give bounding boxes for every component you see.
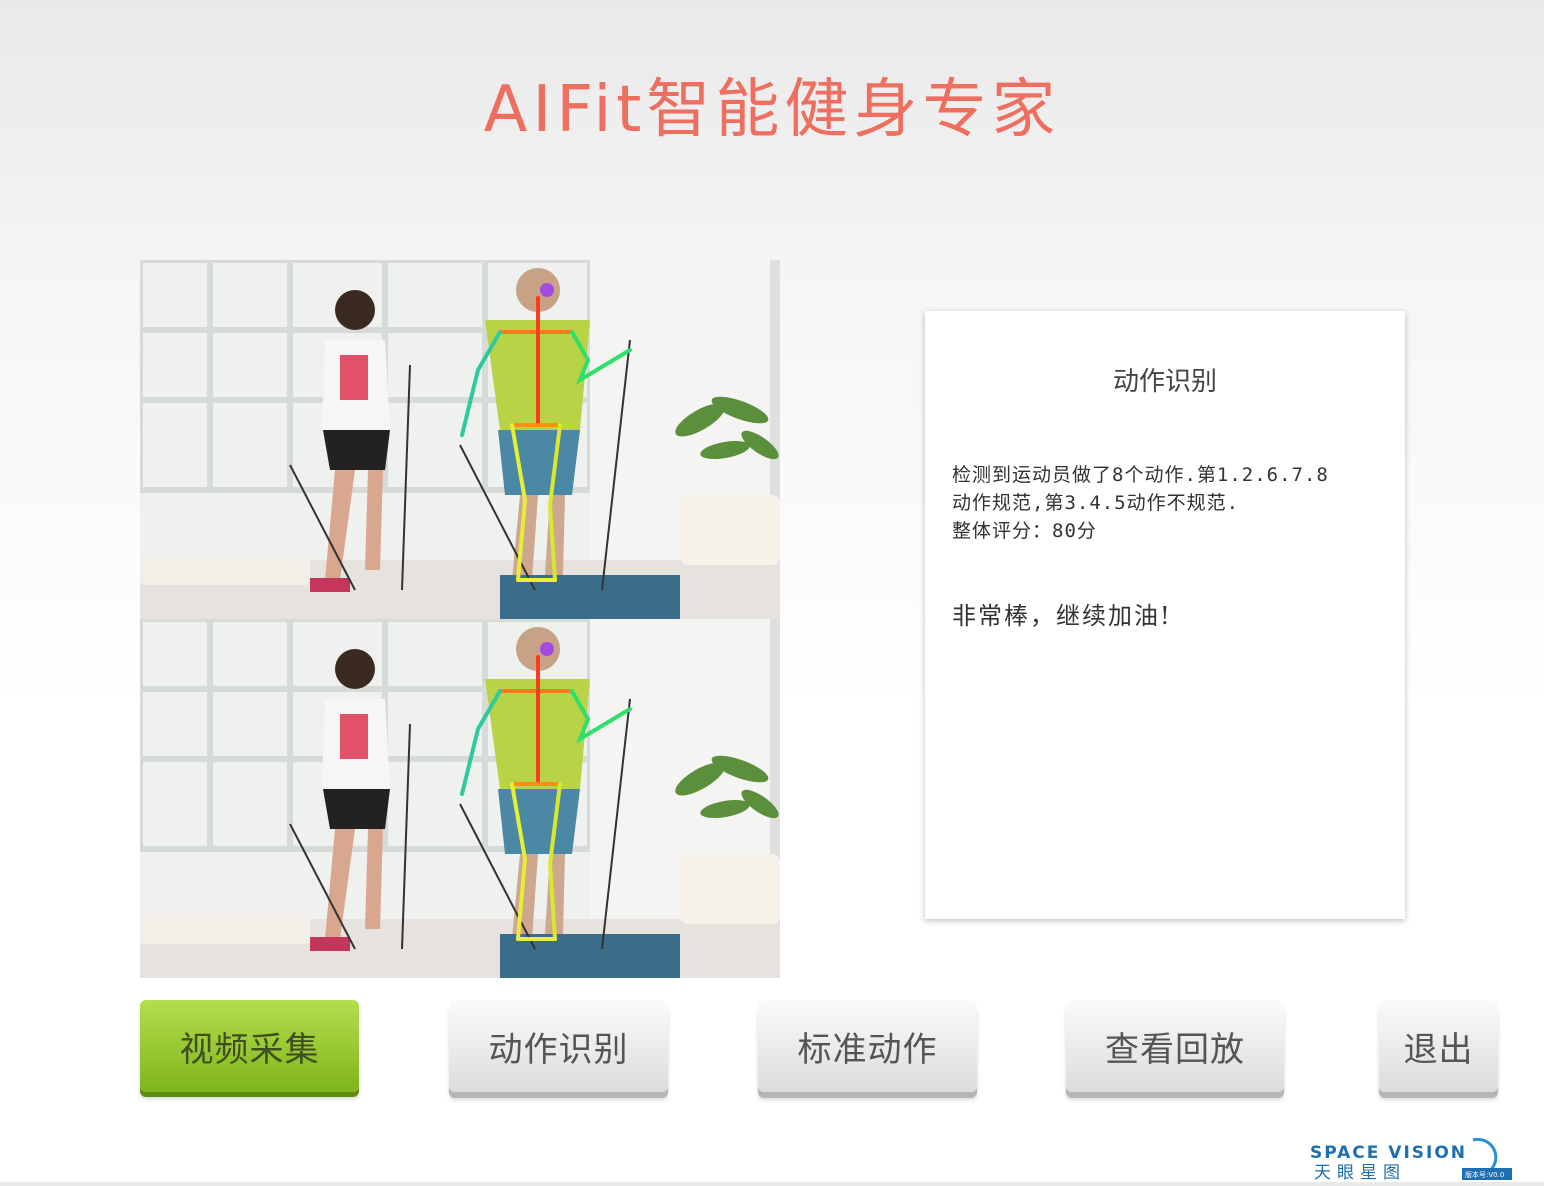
score-line: 整体评分：80分 — [952, 520, 1097, 542]
playback-button[interactable]: 查看回放 — [1066, 1000, 1284, 1092]
result-text: 检测到运动员做了8个动作.第1.2.6.7.8 动作规范,第3.4.5动作不规范… — [952, 461, 1392, 545]
exit-button[interactable]: 退出 — [1379, 1000, 1498, 1092]
app-title: AIFit智能健身专家 — [483, 73, 1061, 147]
pose-detection-image — [140, 619, 780, 978]
logo-text-en: SPACE VISION — [1310, 1143, 1467, 1163]
space-vision-logo: SPACE VISION 天眼星图 版本号:V0.0 — [1310, 1120, 1515, 1183]
result-panel: 动作识别 检测到运动员做了8个动作.第1.2.6.7.8 动作规范,第3.4.5… — [925, 311, 1405, 919]
version-label: 版本号:V0.0 — [1465, 1170, 1504, 1179]
encouragement-text: 非常棒，继续加油! — [952, 602, 1172, 630]
logo-text-cn: 天眼星图 — [1314, 1163, 1406, 1182]
video-capture-button[interactable]: 视频采集 — [140, 1000, 359, 1092]
result-line: 动作规范,第3.4.5动作不规范. — [952, 492, 1240, 514]
standard-action-button[interactable]: 标准动作 — [758, 1000, 977, 1092]
pose-detection-image — [140, 260, 780, 619]
panel-title: 动作识别 — [1112, 367, 1217, 397]
video-frame-top — [140, 260, 780, 619]
video-preview — [140, 260, 780, 978]
video-frame-bottom — [140, 619, 780, 978]
result-line: 检测到运动员做了8个动作.第1.2.6.7.8 — [952, 464, 1329, 486]
action-recognition-button[interactable]: 动作识别 — [449, 1000, 668, 1092]
